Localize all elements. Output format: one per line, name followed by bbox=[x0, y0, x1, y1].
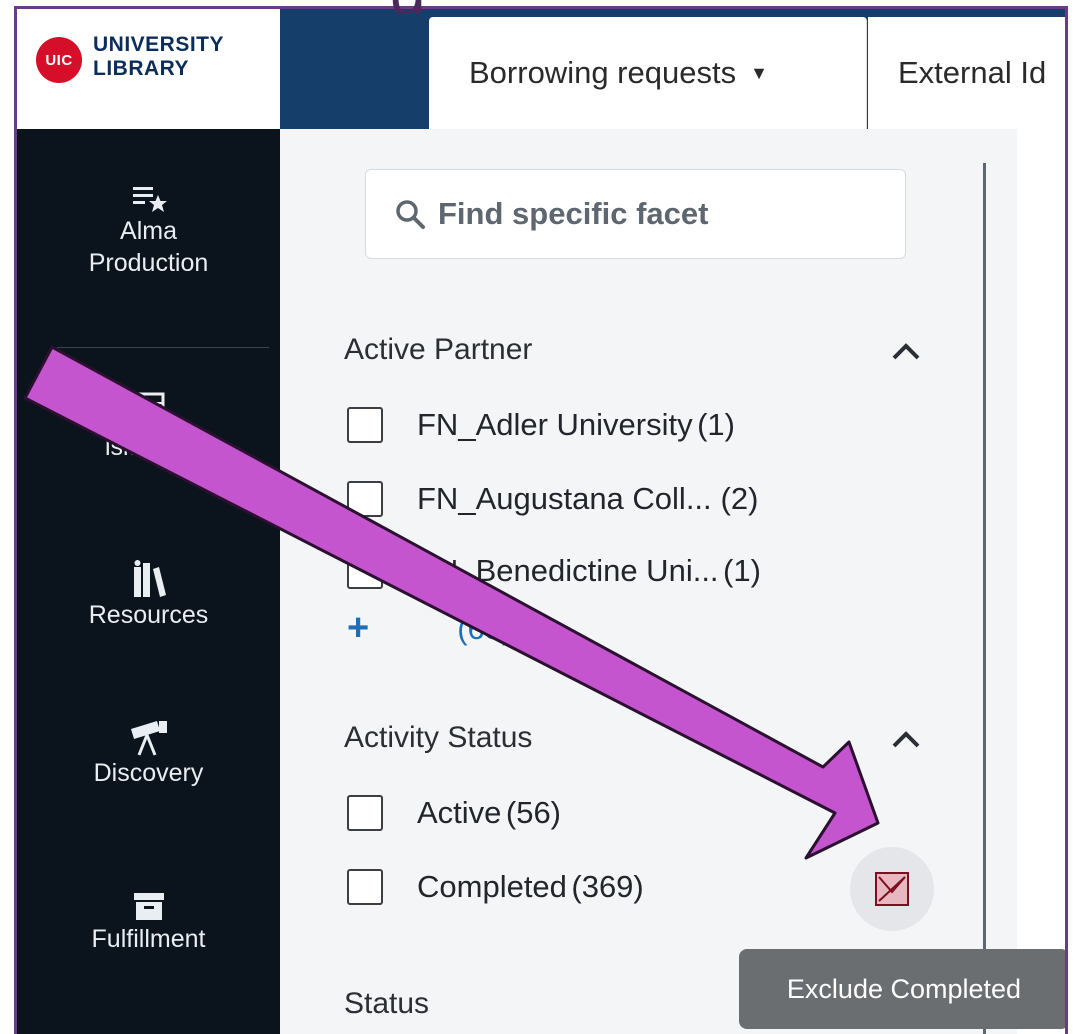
sidebar-item-label: Alma bbox=[120, 217, 177, 245]
sidebar-item-alma-production[interactable]: Alma Production bbox=[17, 181, 280, 279]
plus-icon: + bbox=[347, 607, 370, 649]
facet-item-label: Active bbox=[417, 795, 502, 830]
content-area bbox=[1017, 129, 1065, 1034]
top-header: UIC UNIVERSITY LIBRARY Borrowing request… bbox=[17, 9, 1065, 129]
telescope-icon bbox=[130, 721, 167, 756]
sidebar-item-resources[interactable]: Resources bbox=[17, 559, 280, 631]
facet-item-label: Completed bbox=[417, 869, 567, 904]
facet-item-count: (1) bbox=[697, 407, 735, 442]
list-star-icon bbox=[132, 187, 167, 212]
show-more-count: (63) bbox=[457, 610, 513, 646]
tab-label: External Id bbox=[898, 55, 1047, 90]
logo-text: UNIVERSITY LIBRARY bbox=[93, 33, 224, 81]
facet-search-input[interactable]: Find specific facet bbox=[365, 169, 906, 259]
facet-item-count: (2) bbox=[720, 481, 759, 516]
facet-checkbox[interactable] bbox=[347, 407, 383, 443]
abacus-icon bbox=[133, 392, 164, 430]
facet-item-label: FN_Adler University bbox=[417, 407, 693, 442]
caret-down-icon[interactable]: ▼ bbox=[750, 63, 768, 84]
facet-item-count: (369) bbox=[571, 869, 644, 904]
facet-checkbox[interactable] bbox=[347, 869, 383, 905]
uic-badge: UIC bbox=[36, 37, 82, 83]
facet-section-title: Status bbox=[344, 987, 430, 1020]
slide-title-fragment: g bbox=[390, 0, 450, 14]
tab-borrowing-requests[interactable]: Borrowing requests ▼ bbox=[429, 17, 867, 129]
facet-item-count: (1) bbox=[723, 553, 761, 588]
books-icon bbox=[133, 560, 166, 597]
facet-item-label: FN_Augustana Coll... bbox=[417, 481, 712, 516]
chevron-up-icon[interactable] bbox=[889, 727, 923, 751]
facet-item-label: FN_Benedictine Uni... bbox=[417, 553, 719, 588]
facet-section-title: Active Partner bbox=[344, 333, 533, 366]
sidebar-item-fulfillment[interactable]: Fulfillment bbox=[17, 889, 280, 955]
facet-item-count: (56) bbox=[505, 795, 562, 830]
screenshot-frame: UIC UNIVERSITY LIBRARY Borrowing request… bbox=[14, 6, 1068, 1034]
search-placeholder: Find specific facet bbox=[438, 196, 709, 231]
sidebar-item-acquisitions[interactable]: isitions bbox=[17, 391, 280, 463]
facet-checkbox[interactable] bbox=[347, 481, 383, 517]
sidebar-item-discovery[interactable]: Discovery bbox=[17, 719, 280, 789]
facet-item[interactable]: FN_Benedictine Uni... (1) bbox=[347, 549, 761, 593]
show-more-link[interactable]: + (63) bbox=[347, 607, 512, 650]
archive-box-icon bbox=[133, 893, 164, 920]
sidebar-item-label: Production bbox=[88, 249, 209, 277]
sidebar-item-label: Resources bbox=[88, 601, 209, 629]
search-icon bbox=[396, 200, 425, 229]
library-logo[interactable]: UIC UNIVERSITY LIBRARY bbox=[17, 9, 280, 129]
sidebar-item-label: Fulfillment bbox=[91, 925, 206, 953]
sidebar-item-label: Discovery bbox=[93, 759, 204, 787]
exclude-icon bbox=[875, 872, 909, 906]
tab-external-id[interactable]: External Id bbox=[868, 17, 1065, 129]
main-sidebar: Alma Production isitions Resources Disco… bbox=[17, 129, 280, 1034]
facet-item[interactable]: Completed (369) bbox=[347, 865, 644, 909]
sidebar-item-label: isitions bbox=[105, 433, 182, 461]
exclude-tooltip: Exclude Completed bbox=[739, 949, 1065, 1029]
facet-item[interactable]: Active (56) bbox=[347, 791, 561, 835]
facet-item[interactable]: FN_Augustana Coll... (2) bbox=[347, 477, 758, 521]
exclude-facet-button[interactable] bbox=[850, 847, 934, 931]
chevron-up-icon[interactable] bbox=[889, 339, 923, 363]
facet-checkbox[interactable] bbox=[347, 553, 383, 589]
logo-line-2: LIBRARY bbox=[93, 57, 190, 80]
facet-item[interactable]: FN_Adler University (1) bbox=[347, 403, 735, 447]
facet-checkbox[interactable] bbox=[347, 795, 383, 831]
tab-label: Borrowing requests bbox=[469, 55, 737, 90]
sidebar-divider bbox=[57, 347, 269, 348]
facet-section-title: Activity Status bbox=[344, 721, 533, 754]
panel-scrollbar[interactable] bbox=[983, 163, 986, 1034]
logo-line-1: UNIVERSITY bbox=[93, 33, 225, 56]
